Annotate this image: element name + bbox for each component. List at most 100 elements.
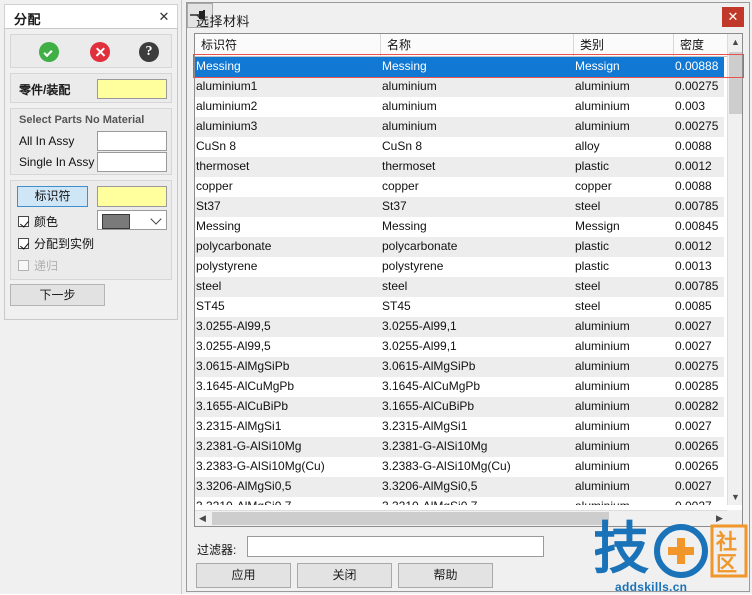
cell-id: 3.2315-AlMgSi1 [196,419,282,433]
cell-category: aluminium [575,339,630,353]
cell-name: 3.0615-AlMgSiPb [382,359,476,373]
cell-density: 0.0027 [675,479,712,493]
cell-name: CuSn 8 [382,139,423,153]
table-row[interactable]: 3.3206-AlMgSi0,5 3.3206-AlMgSi0,5 aluminiu… [195,477,724,497]
table-row[interactable]: 3.0255-Al99,5 3.0255-Al99,1 aluminium 0.002… [195,337,724,357]
cell-category: aluminium [575,459,630,473]
cell-name: 3.3210-AlMgSi0 7 [378,497,571,505]
color-label: 颜色 [34,215,59,229]
table-row[interactable]: steel steel steel 0.00785 [195,277,724,297]
apply-button[interactable]: 应用 [196,563,291,588]
cell-category: aluminium [575,79,630,93]
recursive-checkbox [18,260,29,271]
filter-input[interactable] [247,536,544,557]
cell-category: steel [575,199,601,213]
cell-density: 0.00285 [675,379,719,393]
horizontal-scrollbar-thumb[interactable] [212,512,609,525]
cell-density: 0.0012 [675,239,712,253]
single-in-assy-input[interactable] [97,152,167,172]
cell-category: aluminium [575,419,630,433]
table-row[interactable]: 3.3210-AlMgSi0 73.3210-AlMgSi0 7aluminiu… [195,497,724,505]
identifier-button[interactable]: 标识符 [17,186,88,207]
cancel-circle-icon[interactable] [90,42,110,62]
part-assembly-input[interactable] [97,79,167,99]
color-checkbox[interactable] [18,216,29,227]
assign-panel: 分配 ✕ ? 零件/装配 Select Parts No Material Al… [0,0,182,594]
table-row[interactable]: 3.0255-Al99,5 3.0255-Al99,1 aluminium 0.002… [195,317,724,337]
table-row[interactable]: aluminium2 aluminium aluminium 0.003 [195,97,724,117]
part-assembly-group: 零件/装配 [10,73,172,103]
table-row[interactable]: ST45 ST45 steel 0.0085 [195,297,724,317]
cell-name: ST45 [382,299,411,313]
chevron-up-icon[interactable]: ▲ [728,34,742,50]
close-icon[interactable]: ✕ [722,7,744,27]
table-row[interactable]: copper copper copper 0.0088 [195,177,724,197]
identifier-group: 标识符 颜色 分配到实例 递归 [10,180,172,280]
chevron-left-icon[interactable]: ◀ [195,511,210,526]
chevron-right-icon[interactable]: ▶ [712,511,727,526]
identifier-input[interactable] [97,186,167,207]
cell-category: aluminium [575,379,630,393]
help-button[interactable]: 帮助 [398,563,493,588]
question-circle-icon[interactable]: ? [139,42,159,62]
table-row[interactable]: polystyrene polystyrene plastic 0.0013 [195,257,724,277]
cell-category: aluminium [575,99,630,113]
cell-category: steel [575,279,601,293]
column-header-2[interactable]: 类别 [574,34,674,56]
table-row[interactable]: 3.1645-AlCuMgPb 3.1645-AlCuMgPb aluminium 0… [195,377,724,397]
table-row[interactable]: 3.2381-G-AlSi10Mg 3.2381-G-AlSi10Mg alumin… [195,437,724,457]
cell-name: 3.1645-AlCuMgPb [382,379,481,393]
cell-id: CuSn 8 [196,139,237,153]
cell-name: 3.1655-AlCuBiPb [382,399,475,413]
column-header-0[interactable]: 标识符 [195,34,381,56]
vertical-scrollbar-thumb[interactable] [729,52,742,114]
all-in-assy-input[interactable] [97,131,167,151]
table-row[interactable]: St37 St37 steel 0.00785 [195,197,724,217]
cell-density: 0.00845 [675,219,719,233]
table-row[interactable]: Messing Messing Messign 0.00845 [195,217,724,237]
table-row[interactable]: 3.1655-AlCuBiPb 3.1655-AlCuBiPb aluminium 0… [195,397,724,417]
table-row[interactable]: CuSn 8 CuSn 8 alloy 0.0088 [195,137,724,157]
cell-id: copper [196,179,233,193]
cell-name: polycarbonate [382,239,458,253]
check-circle-icon[interactable] [39,42,59,62]
cell-category: Messign [575,219,620,233]
cell-category: aluminium [571,497,671,505]
horizontal-scrollbar[interactable]: ◀ ▶ [195,510,727,526]
cell-density: 0.00275 [675,359,719,373]
column-header-1[interactable]: 名称 [381,34,574,56]
assign-to-instance-row[interactable]: 分配到实例 [18,235,94,252]
table-row[interactable]: Messing Messing Messign 0.00888 [195,57,724,77]
pushpin-glyph [190,10,205,20]
cell-category: aluminium [575,119,630,133]
table-row[interactable]: aluminium3 aluminium aluminium 0.00275 [195,117,724,137]
assign-panel-titlebar: 分配 ✕ [4,4,178,28]
assign-to-instance-checkbox[interactable] [18,238,29,249]
cell-category: plastic [575,159,610,173]
table-row[interactable]: 3.2383-G-AlSi10Mg(Cu) 3.2383-G-AlSi10Mg(C… [195,457,724,477]
table-row[interactable]: 3.2315-AlMgSi1 3.2315-AlMgSi1 aluminium 0.0… [195,417,724,437]
close-button[interactable]: 关闭 [297,563,392,588]
table-row[interactable]: 3.0615-AlMgSiPb 3.0615-AlMgSiPb aluminium 0… [195,357,724,377]
next-step-button[interactable]: 下一步 [10,284,105,306]
chevron-down-icon[interactable]: ▼ [728,489,742,505]
table-row[interactable]: thermoset thermoset plastic 0.0012 [195,157,724,177]
chevron-down-icon [150,213,162,225]
vertical-scrollbar[interactable]: ▲ ▼ [727,34,742,505]
select-material-dialog: 选择材料 ✕ 标识符 名称 类别 密度 Messing Messing Messign 0.… [186,2,750,592]
close-icon[interactable]: ✕ [156,9,172,25]
cell-category: aluminium [575,439,630,453]
single-in-assy-label: Single In Assy [19,155,95,169]
cell-density: 0.00888 [675,59,719,73]
cell-category: alloy [575,139,600,153]
color-dropdown[interactable] [97,210,167,230]
cell-id: ST45 [196,299,225,313]
cell-density: 0.0027 [675,419,712,433]
cell-id: Messing [196,219,241,233]
table-row[interactable]: polycarbonate polycarbonate plastic 0.0012 [195,237,724,257]
cell-id: 3.0255-Al99,5 [196,319,271,333]
select-parts-header: Select Parts No Material [19,114,145,126]
color-checkbox-row[interactable]: 颜色 [18,213,58,230]
material-table-body[interactable]: Messing Messing Messign 0.00888 aluminium1 al… [195,57,724,505]
table-row[interactable]: aluminium1 aluminium aluminium 0.00275 [195,77,724,97]
